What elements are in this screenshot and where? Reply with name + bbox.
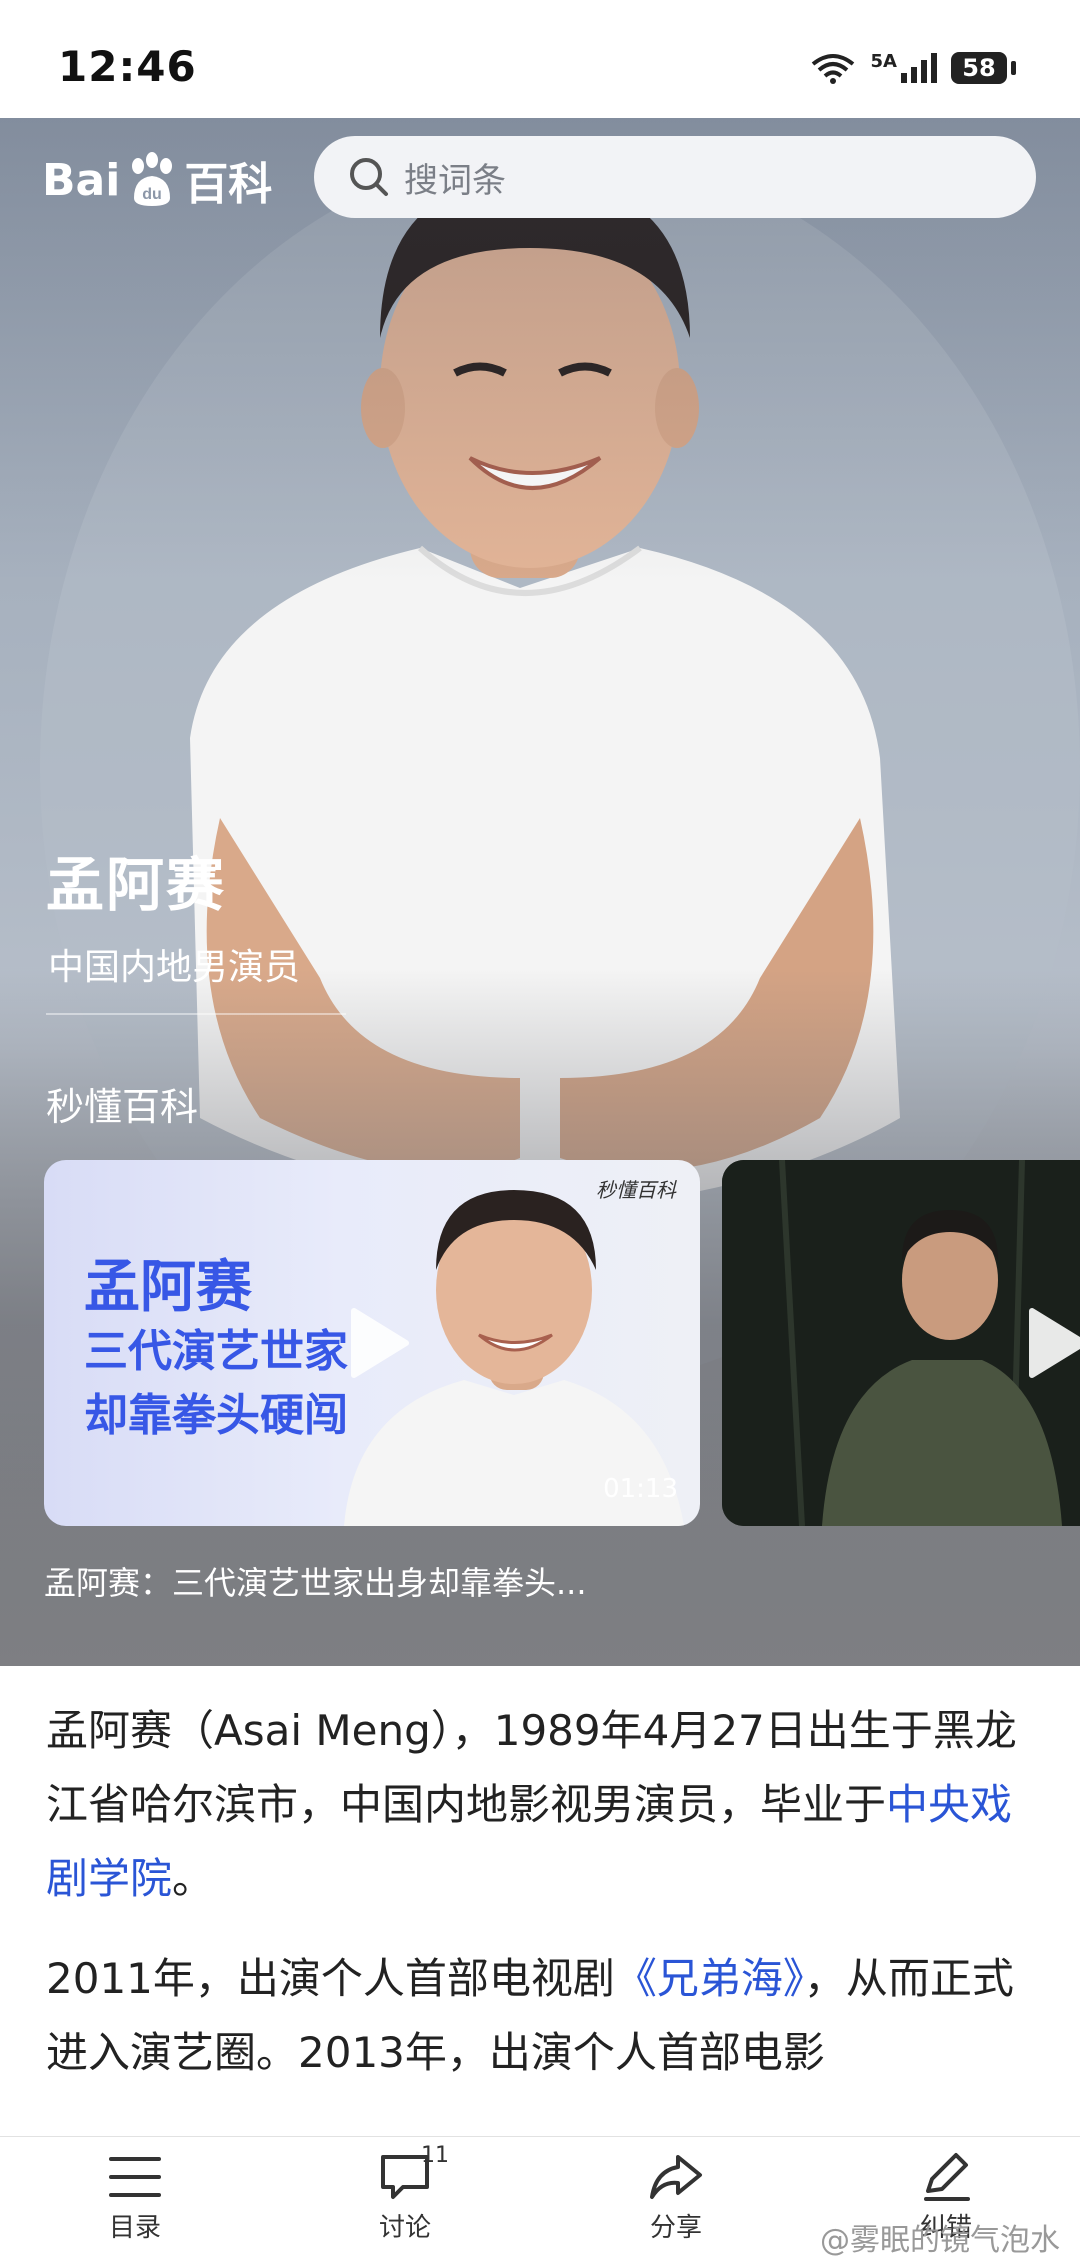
edit-pen-icon <box>924 2153 970 2201</box>
video-card[interactable]: 孟阿赛 三代演艺世家 却靠拳头硬闯 秒懂百科 01:13 <box>44 1160 700 1526</box>
tab-label: 分享 <box>649 2213 702 2243</box>
share-icon <box>650 2155 702 2199</box>
cell-signal-icon <box>901 53 937 83</box>
overlay-line-1: 孟阿赛 <box>84 1255 252 1320</box>
article-body: 孟阿赛（Asai Meng），1989年4月27日出生于黑龙江省哈尔滨市，中国内… <box>46 1694 1038 2116</box>
bottom-toolbar: 目录 11 讨论 分享 纠错 @雾眠的镜气泡水 <box>0 2136 1080 2259</box>
tab-discussion[interactable]: 11 讨论 <box>325 2143 485 2244</box>
paragraph-text: 2011年，出演个人首部电视剧 <box>46 1954 615 2003</box>
paragraph-text: 孟阿赛（Asai Meng），1989年4月27日出生于黑龙江省哈尔滨市，中国内… <box>46 1706 1017 1829</box>
menu-list-icon <box>109 2157 161 2197</box>
tab-label: 目录 <box>108 2213 161 2243</box>
wifi-icon <box>811 54 854 84</box>
status-bar: 12:46 5A 58 <box>0 0 1080 118</box>
battery-indicator: 58 <box>951 52 1007 84</box>
tab-label: 讨论 <box>378 2213 431 2243</box>
video-caption[interactable]: 孟阿赛：三代演艺世家出身却靠拳头... <box>44 1558 587 1604</box>
search-placeholder: 搜词条 <box>404 160 506 201</box>
overlay-line-2: 三代演艺世家 <box>84 1326 348 1377</box>
entry-title: 孟阿赛 <box>46 851 227 919</box>
discussion-count-badge: 11 <box>421 2143 449 2168</box>
play-icon[interactable] <box>334 1303 414 1383</box>
status-time: 12:46 <box>58 42 197 91</box>
video-overlay-text: 孟阿赛 三代演艺世家 却靠拳头硬闯 <box>84 1256 348 1448</box>
video-card[interactable] <box>722 1160 1080 1526</box>
video-brand-tag: 秒懂百科 <box>596 1178 676 1202</box>
hero-divider <box>46 1013 346 1015</box>
network-type-label: 5A <box>870 50 897 72</box>
article-paragraph: 孟阿赛（Asai Meng），1989年4月27日出生于黑龙江省哈尔滨市，中国内… <box>46 1694 1038 1916</box>
baidu-baike-logo[interactable]: Bai du 百科 <box>42 148 272 212</box>
hero-banner: Bai du 百科 搜词条 孟阿赛 中国内地男演员 秒懂百科 孟阿赛 三代演艺世… <box>0 118 1080 1666</box>
video-duration: 01:13 <box>603 1474 678 1504</box>
watermark: @雾眠的镜气泡水 <box>820 2223 1060 2258</box>
entry-subtitle: 中国内地男演员 <box>48 947 301 988</box>
search-input[interactable]: 搜词条 <box>314 136 1036 218</box>
logo-du-text: du <box>143 186 163 203</box>
play-icon[interactable] <box>1012 1303 1080 1383</box>
tab-share[interactable]: 分享 <box>596 2151 756 2244</box>
paw-icon: du <box>132 152 173 206</box>
tab-catalog[interactable]: 目录 <box>55 2151 215 2244</box>
search-icon <box>350 158 388 196</box>
logo-bai: Bai <box>42 154 121 206</box>
status-icons: 5A 58 <box>809 50 1016 84</box>
logo-baike: 百科 <box>184 159 273 210</box>
article-paragraph: 2011年，出演个人首部电视剧《兄弟海》，从而正式进入演艺圈。2013年，出演个… <box>46 1942 1038 2090</box>
link-brothers-sea[interactable]: 《兄弟海》 <box>615 1954 804 2003</box>
battery-tip <box>1011 61 1016 75</box>
paragraph-text: 。 <box>172 1854 215 1903</box>
section-title-video: 秒懂百科 <box>46 1085 199 1129</box>
overlay-line-3: 却靠拳头硬闯 <box>84 1390 348 1441</box>
